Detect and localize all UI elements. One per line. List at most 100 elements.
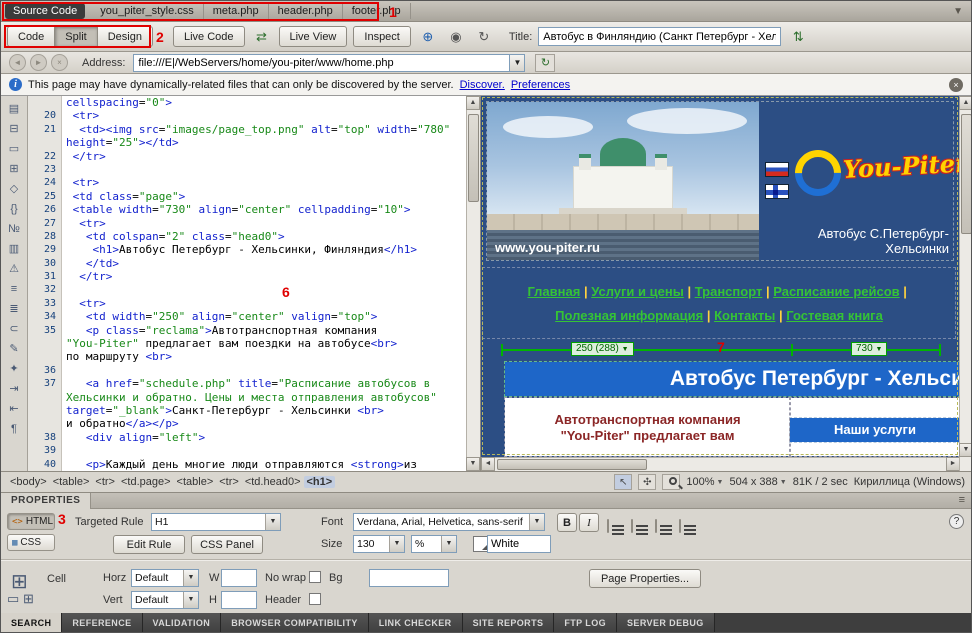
results-tab-ftp-log[interactable]: FTP LOG xyxy=(554,613,617,633)
filter-related-files-icon[interactable]: ▼ xyxy=(953,6,967,17)
code-line[interactable]: 32 xyxy=(28,283,466,296)
site-nav-link[interactable]: Контакты xyxy=(714,308,775,323)
remove-comment-icon[interactable]: ≣ xyxy=(4,298,25,318)
wrap-tag-icon[interactable]: ⊂ xyxy=(4,318,25,338)
apply-comment-icon[interactable]: ≡ xyxy=(4,278,25,298)
code-line[interactable]: 21 <td><img src="images/page_top.png" al… xyxy=(28,123,466,136)
code-line[interactable]: 40 <p>Каждый день многие люди отправляют… xyxy=(28,458,466,471)
css-mode-button[interactable]: ▦ CSS xyxy=(7,534,55,551)
site-nav-link[interactable]: Транспорт xyxy=(695,284,763,299)
design-view-button[interactable]: Design xyxy=(97,26,153,47)
code-line[interactable]: 30 </td> xyxy=(28,257,466,270)
design-scroll-thumb[interactable] xyxy=(961,114,972,234)
design-view-pane[interactable]: www.you-piter.ru You-Piter Автобус С.Пет… xyxy=(480,96,972,471)
italic-button[interactable]: I xyxy=(579,513,599,532)
related-file-tab[interactable]: header.php xyxy=(269,3,343,19)
refresh-design-view-icon[interactable]: ↻ xyxy=(473,26,495,47)
document-title-input[interactable] xyxy=(538,27,781,46)
recent-snippets-icon[interactable]: ✎ xyxy=(4,338,25,358)
align-center-button[interactable] xyxy=(631,519,633,533)
site-nav-link[interactable]: Главная xyxy=(527,284,580,299)
cell-width-field[interactable] xyxy=(221,569,257,587)
code-line[interactable]: 23 xyxy=(28,163,466,176)
code-line[interactable]: 33 <tr> xyxy=(28,297,466,310)
code-line[interactable]: по маршруту <br> xyxy=(28,350,466,363)
tag-selector-item[interactable]: <h1> xyxy=(304,476,336,488)
syntax-error-alerts-icon[interactable]: ⚠ xyxy=(4,258,25,278)
code-line[interactable]: 37 <a href="schedule.php" title="Расписа… xyxy=(28,377,466,390)
hand-tool-icon[interactable]: ✣ xyxy=(638,474,656,490)
reclama-cell[interactable]: Автотранспортная компания "You-Piter" пр… xyxy=(505,398,790,456)
split-view-button[interactable]: Split xyxy=(54,26,97,47)
results-tab-reference[interactable]: REFERENCE xyxy=(62,613,142,633)
tag-selector-item[interactable]: <tr> xyxy=(92,476,118,488)
css-panel-button[interactable]: CSS Panel xyxy=(191,535,263,554)
site-h1-heading[interactable]: Автобус Петербург - Хельсинки xyxy=(505,362,960,396)
site-nav-link[interactable]: Гостевая книга xyxy=(786,308,883,323)
open-documents-icon[interactable]: ▤ xyxy=(4,98,25,118)
highlight-invalid-code-icon[interactable]: ▥ xyxy=(4,238,25,258)
preview-in-browser-icon[interactable]: ⊕ xyxy=(417,26,439,47)
site-nav-link[interactable]: Расписание рейсов xyxy=(773,284,899,299)
design-hscroll-thumb[interactable] xyxy=(497,459,647,470)
file-sync-icon[interactable]: ⇄ xyxy=(251,26,273,47)
results-tab-search[interactable]: SEARCH xyxy=(1,613,62,633)
text-color-field[interactable] xyxy=(487,535,551,553)
preferences-link[interactable]: Preferences xyxy=(511,79,570,91)
code-editor[interactable]: cellspacing="0">20 <tr>21 <td><img src="… xyxy=(28,96,466,471)
code-line[interactable]: 28 <td colspan="2" class="head0"> xyxy=(28,230,466,243)
outdent-code-icon[interactable]: ⇤ xyxy=(4,398,25,418)
code-line[interactable]: 25 <td class="page"> xyxy=(28,190,466,203)
address-input[interactable] xyxy=(133,54,509,72)
tag-selector-item[interactable]: <table> xyxy=(50,476,93,488)
source-code-tab[interactable]: Source Code xyxy=(5,3,85,19)
code-line[interactable]: height="25"></td> xyxy=(28,136,466,149)
line-numbers-icon[interactable]: № xyxy=(4,218,25,238)
header-checkbox[interactable] xyxy=(309,593,321,605)
format-source-code-icon[interactable]: ¶ xyxy=(4,418,25,438)
code-line[interactable]: 31 </tr> xyxy=(28,270,466,283)
horz-align-select[interactable]: Default▼ xyxy=(131,569,199,587)
code-line[interactable]: Хельсинки и обратно. Цены и места отправ… xyxy=(28,391,466,404)
code-line[interactable]: 27 <tr> xyxy=(28,217,466,230)
select-parent-tag-icon[interactable]: ◇ xyxy=(4,178,25,198)
align-right-button[interactable] xyxy=(655,519,657,533)
zoom-level-select[interactable]: 100%▼ xyxy=(686,476,723,488)
scroll-right-icon[interactable]: ► xyxy=(946,457,960,471)
merge-cells-icon[interactable]: ▭ xyxy=(7,591,19,607)
design-vertical-scrollbar[interactable]: ▲ ▼ xyxy=(959,96,972,471)
results-tab-site-reports[interactable]: SITE REPORTS xyxy=(463,613,555,633)
code-line[interactable]: 29 <h1>Автобус Петербург - Хельсинки, Фи… xyxy=(28,243,466,256)
font-select[interactable]: Verdana, Arial, Helvetica, sans-serif▼ xyxy=(353,513,545,531)
code-line[interactable]: "You-Piter" предлагает вам поездки на ав… xyxy=(28,337,466,350)
code-line[interactable]: target="_blank">Санкт-Петербург - Хельси… xyxy=(28,404,466,417)
move-css-icon[interactable]: ✦ xyxy=(4,358,25,378)
cell-height-field[interactable] xyxy=(221,591,257,609)
code-line[interactable]: 20 <tr> xyxy=(28,109,466,122)
code-line[interactable]: 39 xyxy=(28,444,466,457)
help-icon[interactable]: ? xyxy=(949,514,964,529)
results-tab-server-debug[interactable]: SERVER DEBUG xyxy=(617,613,715,633)
expand-all-icon[interactable]: ⊞ xyxy=(4,158,25,178)
size-unit-select[interactable]: %▼ xyxy=(411,535,457,553)
tag-selector-item[interactable]: <table> xyxy=(174,476,217,488)
live-code-button[interactable]: Live Code xyxy=(173,26,245,47)
targeted-rule-select[interactable]: H1▼ xyxy=(151,513,281,531)
collapse-full-tag-icon[interactable]: ⊟ xyxy=(4,118,25,138)
tag-selector-item[interactable]: <td.head0> xyxy=(242,476,304,488)
panel-menu-icon[interactable]: ≡ xyxy=(959,494,965,506)
site-nav-link[interactable]: Услуги и цены xyxy=(591,284,684,299)
indent-code-icon[interactable]: ⇥ xyxy=(4,378,25,398)
inspect-button[interactable]: Inspect xyxy=(353,26,410,47)
zoom-tool-icon[interactable] xyxy=(662,474,680,490)
table-width-menu[interactable]: 730 ▼ xyxy=(851,342,887,356)
scroll-left-icon[interactable]: ◄ xyxy=(481,457,495,471)
code-line[interactable]: 38 <div align="left"> xyxy=(28,431,466,444)
scroll-down-icon[interactable]: ▼ xyxy=(959,443,972,457)
edit-rule-button[interactable]: Edit Rule xyxy=(113,535,185,554)
file-management-icon[interactable]: ⇅ xyxy=(787,26,809,47)
bg-color-field[interactable] xyxy=(369,569,449,587)
address-dropdown-icon[interactable]: ▼ xyxy=(509,54,525,72)
related-file-tab[interactable]: footer.php xyxy=(343,3,411,19)
html-mode-button[interactable]: <> HTML xyxy=(7,513,55,530)
